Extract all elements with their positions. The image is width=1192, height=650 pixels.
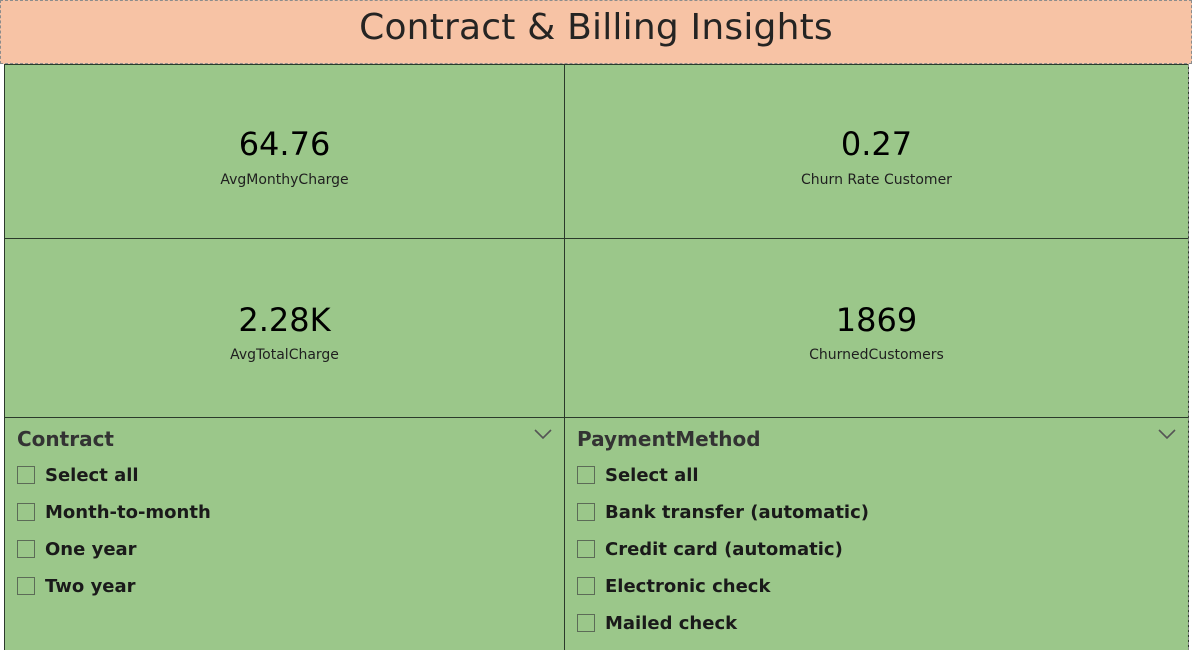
slicer-option-credit-card[interactable]: Credit card (automatic) <box>577 537 843 561</box>
slicer-title: PaymentMethod <box>577 427 761 451</box>
slicer-option-label: Electronic check <box>605 575 771 597</box>
chevron-down-icon[interactable] <box>534 428 552 440</box>
card-label: AvgMonthyCharge <box>220 172 349 188</box>
card-label: ChurnedCustomers <box>809 347 944 363</box>
checkbox-icon[interactable] <box>17 466 35 484</box>
checkbox-icon[interactable] <box>577 503 595 521</box>
checkbox-icon[interactable] <box>577 540 595 558</box>
slicer-option-label: Two year <box>45 575 136 597</box>
slicer-option-select-all[interactable]: Select all <box>17 463 139 487</box>
payment-method-slicer: PaymentMethod Select all Bank transfer (… <box>564 417 1189 650</box>
slicer-option-label: Mailed check <box>605 612 738 634</box>
slicer-option-label: Select all <box>45 464 139 486</box>
contract-slicer: Contract Select all Month-to-month One y… <box>4 417 565 650</box>
checkbox-icon[interactable] <box>577 577 595 595</box>
slicer-option-one-year[interactable]: One year <box>17 537 137 561</box>
checkbox-icon[interactable] <box>577 466 595 484</box>
slicer-option-label: One year <box>45 538 137 560</box>
card-churned-customers[interactable]: 1869 ChurnedCustomers <box>564 238 1189 418</box>
slicer-option-label: Select all <box>605 464 699 486</box>
page-title: Contract & Billing Insights <box>359 7 833 48</box>
slicer-option-two-year[interactable]: Two year <box>17 574 136 598</box>
checkbox-icon[interactable] <box>17 540 35 558</box>
checkbox-icon[interactable] <box>17 577 35 595</box>
card-label: Churn Rate Customer <box>801 172 952 188</box>
slicer-title: Contract <box>17 427 114 451</box>
slicer-option-month-to-month[interactable]: Month-to-month <box>17 500 211 524</box>
slicer-option-select-all[interactable]: Select all <box>577 463 699 487</box>
checkbox-icon[interactable] <box>577 614 595 632</box>
card-avg-total-charge[interactable]: 2.28K AvgTotalCharge <box>4 238 565 418</box>
checkbox-icon[interactable] <box>17 503 35 521</box>
chevron-down-icon[interactable] <box>1158 428 1176 440</box>
card-value: 0.27 <box>840 125 913 163</box>
dashboard-page: Contract & Billing Insights 64.76 AvgMon… <box>0 0 1192 650</box>
slicer-option-label: Bank transfer (automatic) <box>605 501 869 523</box>
canvas-edge <box>1188 64 1189 650</box>
card-churn-rate[interactable]: 0.27 Churn Rate Customer <box>564 64 1189 239</box>
slicer-option-label: Credit card (automatic) <box>605 538 843 560</box>
slicer-option-label: Month-to-month <box>45 501 211 523</box>
card-label: AvgTotalCharge <box>230 347 339 363</box>
slicer-option-bank-transfer[interactable]: Bank transfer (automatic) <box>577 500 869 524</box>
card-value: 2.28K <box>238 301 331 339</box>
slicer-option-mailed-check[interactable]: Mailed check <box>577 611 737 635</box>
card-value: 1869 <box>835 301 918 339</box>
slicer-option-electronic-check[interactable]: Electronic check <box>577 574 770 598</box>
report-header: Contract & Billing Insights <box>0 0 1192 64</box>
card-value: 64.76 <box>238 125 331 163</box>
card-avg-monthly-charge[interactable]: 64.76 AvgMonthyCharge <box>4 64 565 239</box>
